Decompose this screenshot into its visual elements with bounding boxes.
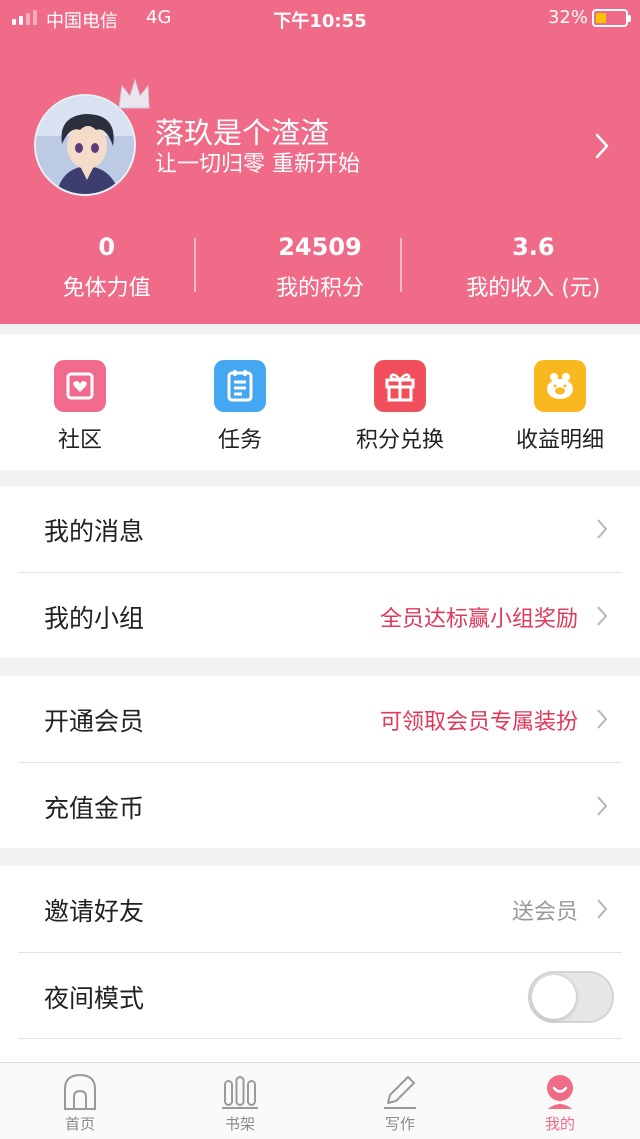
bio-text: 让一切归零 重新开始 <box>155 152 360 177</box>
crown-icon <box>118 78 150 109</box>
vip-hint: 可领取会员专属装扮 <box>379 710 578 735</box>
clock: 下午10:55 <box>273 11 367 32</box>
tab-profile[interactable]: 我的 <box>480 1063 640 1139</box>
invite-hint: 送会员 <box>511 900 578 925</box>
menu-row-night-mode: 夜间模式 <box>18 952 622 1038</box>
menu-row-invite[interactable]: 邀请好友 送会员 <box>18 866 622 952</box>
stat-points[interactable]: 24509 我的积分 <box>213 230 426 301</box>
stat-label: 我的积分 <box>275 276 364 301</box>
tab-label: 写作 <box>384 1115 415 1133</box>
quick-item-label: 社区 <box>57 428 102 453</box>
menu-row-divider <box>18 1038 622 1062</box>
home-icon <box>64 1073 96 1110</box>
stat-label: 免体力值 <box>62 276 151 301</box>
menu-row-messages[interactable]: 我的消息 <box>18 486 622 572</box>
tab-home[interactable]: 首页 <box>0 1063 160 1139</box>
chevron-right-icon <box>597 709 608 729</box>
menu-row-label: 我的消息 <box>44 517 145 546</box>
stat-income[interactable]: 3.6 我的收入 (元) <box>427 230 640 301</box>
quick-item-task[interactable]: 任务 <box>160 334 320 470</box>
quick-item-label: 任务 <box>217 428 262 453</box>
stat-divider <box>400 238 402 292</box>
menu-row-label: 我的小组 <box>44 604 145 633</box>
quick-item-label: 积分兑换 <box>355 428 444 453</box>
task-icon <box>214 360 266 412</box>
quick-item-community[interactable]: 社区 <box>0 334 160 470</box>
battery-icon <box>592 9 631 27</box>
stats-bar: 0 免体力值 24509 我的积分 3.6 我的收入 (元) <box>0 230 640 301</box>
battery-percent: 32% <box>547 7 588 28</box>
tab-write[interactable]: 写作 <box>320 1063 480 1139</box>
stat-value: 0 <box>98 233 116 261</box>
stat-divider <box>194 238 196 292</box>
stat-label: 我的收入 (元) <box>466 276 601 301</box>
night-mode-toggle[interactable] <box>528 971 614 1023</box>
bookshelf-icon <box>222 1076 258 1109</box>
tab-label: 我的 <box>544 1115 575 1133</box>
quick-item-points-exchange[interactable]: 积分兑换 <box>320 334 480 470</box>
pencil-icon <box>384 1076 416 1109</box>
quick-item-label: 收益明细 <box>515 428 604 453</box>
menu-group-social: 我的消息 我的小组 全员达标赢小组奖励 <box>0 486 640 658</box>
community-icon <box>54 360 106 412</box>
quick-menu: 社区 任务 积分兑换 收益明细 <box>0 334 640 470</box>
menu-row-label: 充值金币 <box>44 794 145 823</box>
bottom-tab-bar: 首页 书架 写作 我的 <box>0 1062 640 1139</box>
stat-stamina[interactable]: 0 免体力值 <box>0 230 213 301</box>
piggy-bank-icon <box>534 360 586 412</box>
menu-group-settings: 邀请好友 送会员 夜间模式 <box>0 866 640 1062</box>
chevron-right-icon <box>597 796 608 816</box>
tab-label: 首页 <box>64 1115 95 1133</box>
menu-row-recharge[interactable]: 充值金币 <box>18 762 622 848</box>
profile-icon <box>547 1075 573 1109</box>
tab-label: 书架 <box>224 1115 255 1133</box>
stat-value: 24509 <box>278 233 362 261</box>
quick-item-income-detail[interactable]: 收益明细 <box>480 334 640 470</box>
chevron-right-icon[interactable] <box>594 132 610 160</box>
menu-row-label: 夜间模式 <box>44 984 145 1013</box>
profile-header: 中国电信 4G 下午10:55 32% 落玖是个渣渣 让一切归零 重新开始 0 … <box>0 0 640 324</box>
stat-value: 3.6 <box>512 233 555 261</box>
menu-group-payment: 开通会员 可领取会员专属装扮 充值金币 <box>0 676 640 848</box>
tab-bookshelf[interactable]: 书架 <box>160 1063 320 1139</box>
chevron-right-icon <box>597 606 608 626</box>
group-reward-hint: 全员达标赢小组奖励 <box>379 607 578 632</box>
menu-row-my-group[interactable]: 我的小组 全员达标赢小组奖励 <box>18 572 622 658</box>
menu-row-label: 开通会员 <box>44 707 145 736</box>
gift-icon <box>374 360 426 412</box>
chevron-right-icon <box>597 519 608 539</box>
chevron-right-icon <box>597 899 608 919</box>
menu-row-vip[interactable]: 开通会员 可领取会员专属装扮 <box>18 676 622 762</box>
avatar[interactable] <box>34 78 150 198</box>
menu-row-label: 邀请好友 <box>44 897 145 926</box>
status-bar: 中国电信 4G 下午10:55 32% <box>0 0 640 36</box>
